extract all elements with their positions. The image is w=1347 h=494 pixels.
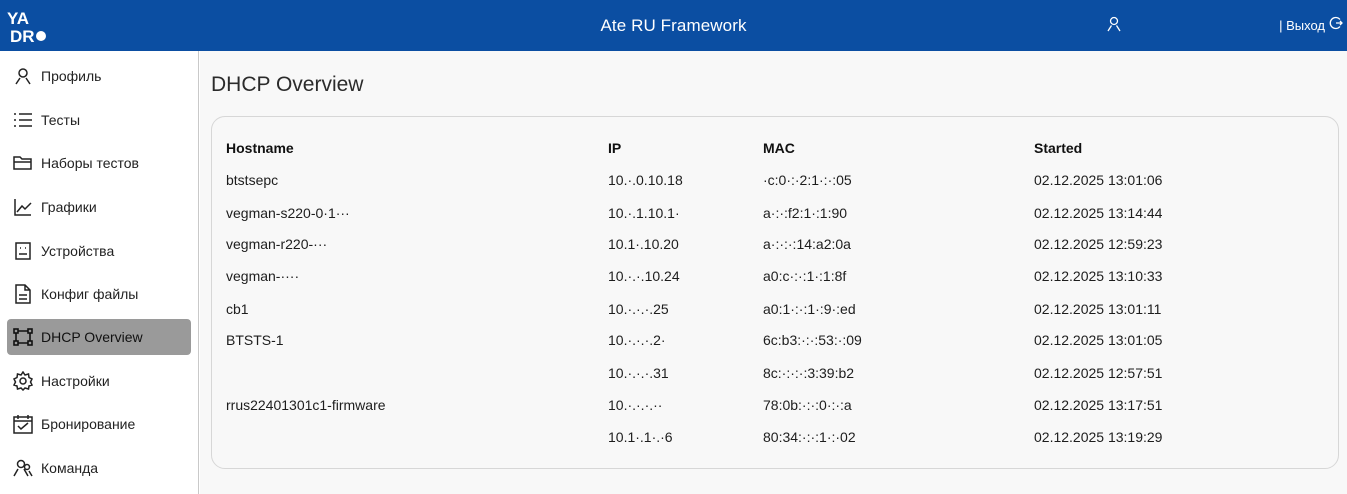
table-row: BTSTS-1 10.·.·.·.2· 6c:b3:·:·:53:·:09 02… xyxy=(226,324,1326,356)
started-cell: 02.12.2025 12:57:51 xyxy=(1034,365,1163,381)
sidebar-item-label: Устройства xyxy=(41,243,115,259)
file-icon xyxy=(13,284,33,304)
started-cell: 02.12.2025 12:59:23 xyxy=(1034,236,1163,252)
sidebar-item-settings[interactable]: Настройки xyxy=(7,363,191,399)
sidebar-item-label: Графики xyxy=(41,199,97,215)
user-icon xyxy=(1107,16,1121,37)
started-cell: 02.12.2025 13:19:29 xyxy=(1034,429,1163,445)
hostname-cell: vegman-s220-0·1··· xyxy=(226,205,350,221)
user-button[interactable] xyxy=(1104,16,1124,36)
hostname-cell: cb1 xyxy=(226,301,249,317)
started-cell: 02.12.2025 13:01:05 xyxy=(1034,332,1163,348)
table-row: vegman-s220-0·1··· 10.·.1.10.1· a·:·:f2:… xyxy=(226,197,1326,229)
hostname-cell: BTSTS-1 xyxy=(226,332,284,348)
network-icon xyxy=(13,327,33,347)
sidebar-item-booking[interactable]: Бронирование xyxy=(7,406,191,442)
table-row: 10.·.·.·.31 8c:·:·:·:3:39:b2 02.12.2025 … xyxy=(226,357,1326,389)
mac-cell: 8c:·:·:·:3:39:b2 xyxy=(763,365,855,381)
ip-cell: 10.·.·.·.25 xyxy=(608,301,669,317)
hostname-cell: btstsepc xyxy=(226,172,279,188)
started-cell: 02.12.2025 13:14:44 xyxy=(1034,205,1163,221)
started-cell: 02.12.2025 13:10:33 xyxy=(1034,268,1163,284)
mac-cell: a·:·:f2:1·:1:90 xyxy=(763,205,848,221)
table-row: rrus22401301c1-firmware 10.·.·.·.·· 78:0… xyxy=(226,389,1326,421)
svg-text:YA: YA xyxy=(7,9,29,28)
sidebar-item-charts[interactable]: Графики xyxy=(7,189,191,225)
mac-cell: 6c:b3:·:·:53:·:09 xyxy=(763,332,862,348)
sidebar-item-label: Тесты xyxy=(41,112,81,128)
user-icon xyxy=(13,66,33,86)
page-title: DHCP Overview xyxy=(211,73,364,96)
mac-cell: 78:0b:·:·:0·:·:a xyxy=(763,397,852,413)
sidebar: Профиль Тесты Наборы тестов Графики Устр… xyxy=(0,51,199,494)
top-bar: YA DR Ate RU Framework | Выход xyxy=(0,0,1347,51)
hostname-cell: rrus22401301c1-firmware xyxy=(226,397,386,413)
table-row: vegman-···· 10.·.·.10.24 a0:c·:·:1·:1:8f… xyxy=(226,260,1326,292)
ip-cell: 10.·.·.·.31 xyxy=(608,365,669,381)
sidebar-item-label: DHCP Overview xyxy=(41,329,143,345)
chart-line-icon xyxy=(13,197,33,217)
started-cell: 02.12.2025 13:01:11 xyxy=(1034,301,1162,317)
table-row: cb1 10.·.·.·.25 a0:1·:·:1·:9·:ed 02.12.2… xyxy=(226,293,1326,325)
logout-label: | Выход xyxy=(1279,18,1325,33)
mac-cell: a0:c·:·:1·:1:8f xyxy=(763,268,847,284)
svg-text:DR: DR xyxy=(10,27,35,44)
sidebar-item-tests[interactable]: Тесты xyxy=(7,102,191,138)
sidebar-item-label: Команда xyxy=(41,460,99,476)
sidebar-item-label: Конфиг файлы xyxy=(41,286,139,302)
started-cell: 02.12.2025 13:01:06 xyxy=(1034,172,1163,188)
sidebar-item-test-suites[interactable]: Наборы тестов xyxy=(7,145,191,181)
app-title: Ate RU Framework xyxy=(600,16,747,35)
main-content: DHCP Overview Hostname IP MAC Started bt… xyxy=(200,51,1347,494)
calendar-check-icon xyxy=(13,414,33,434)
yadro-logo[interactable]: YA DR xyxy=(6,8,46,46)
ip-cell: 10.·.·.·.·· xyxy=(608,397,663,413)
ip-cell: 10.·.·.10.24 xyxy=(608,268,680,284)
column-header-started[interactable]: Started xyxy=(1034,132,1082,164)
device-icon xyxy=(13,241,33,261)
column-header-hostname[interactable]: Hostname xyxy=(226,132,294,164)
hostname-cell: vegman-r220-··· xyxy=(226,236,328,252)
sidebar-item-devices[interactable]: Устройства xyxy=(7,233,191,269)
sidebar-item-profile[interactable]: Профиль xyxy=(7,58,191,94)
mac-cell: ·c:0·:·2:1·:·:05 xyxy=(763,172,852,188)
table-header: Hostname IP MAC Started xyxy=(226,132,1326,164)
sidebar-item-dhcp-overview[interactable]: DHCP Overview xyxy=(7,319,191,355)
ip-cell: 10.·.1.10.1· xyxy=(608,205,680,221)
table-row: 10.1·.1·.·6 80:34:·:·:1·:·02 02.12.2025 … xyxy=(226,421,1326,453)
mac-cell: 80:34:·:·:1·:·02 xyxy=(763,429,856,445)
list-icon xyxy=(13,110,33,130)
ip-cell: 10.·.0.10.18 xyxy=(608,172,683,188)
mac-cell: a·:·:·:14:a2:0a xyxy=(763,236,851,252)
mac-cell: a0:1·:·:1·:9·:ed xyxy=(763,301,856,317)
sidebar-item-label: Наборы тестов xyxy=(41,155,139,171)
sidebar-item-label: Профиль xyxy=(41,68,102,84)
ip-cell: 10.·.·.·.2· xyxy=(608,332,666,348)
sidebar-item-label: Бронирование xyxy=(41,416,136,432)
started-cell: 02.12.2025 13:17:51 xyxy=(1034,397,1163,413)
logout-button[interactable]: | Выход xyxy=(1279,0,1347,51)
team-icon xyxy=(13,458,33,478)
column-header-mac[interactable]: MAC xyxy=(763,132,795,164)
logout-icon xyxy=(1329,0,1343,51)
hostname-cell: vegman-···· xyxy=(226,268,300,284)
dhcp-table-card: Hostname IP MAC Started btstsepc 10.·.0.… xyxy=(211,116,1339,469)
sidebar-item-team[interactable]: Команда xyxy=(7,450,191,486)
sidebar-item-config-files[interactable]: Конфиг файлы xyxy=(7,276,191,312)
column-header-ip[interactable]: IP xyxy=(608,132,621,164)
table-row: btstsepc 10.·.0.10.18 ·c:0·:·2:1·:·:05 0… xyxy=(226,164,1326,196)
ip-cell: 10.1·.10.20 xyxy=(608,236,679,252)
folder-icon xyxy=(13,153,33,173)
table-row: vegman-r220-··· 10.1·.10.20 a·:·:·:14:a2… xyxy=(226,228,1326,260)
gear-icon xyxy=(13,371,33,391)
ip-cell: 10.1·.1·.·6 xyxy=(608,429,673,445)
sidebar-item-label: Настройки xyxy=(41,373,110,389)
